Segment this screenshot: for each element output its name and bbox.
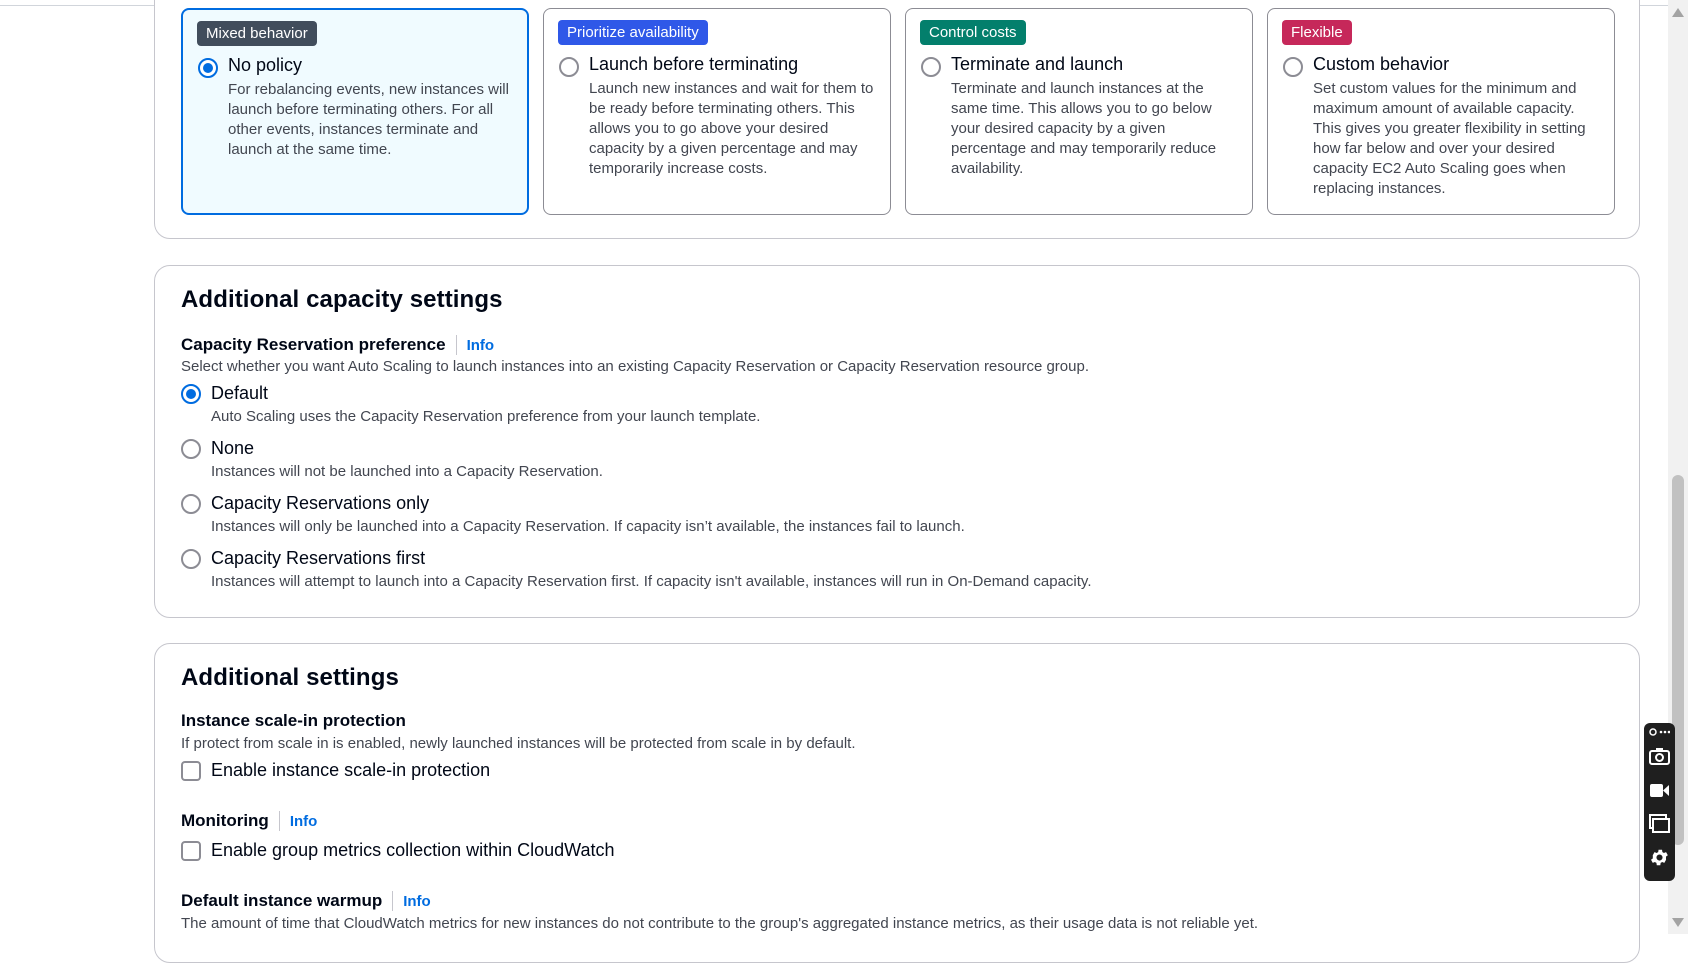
scalein-label-row: Instance scale-in protection bbox=[181, 710, 406, 732]
radio-capacity-reservations-only[interactable] bbox=[181, 494, 201, 514]
radio-none[interactable] bbox=[181, 439, 201, 459]
option-description: Auto Scaling uses the Capacity Reservati… bbox=[211, 408, 761, 425]
scroll-down-arrow-icon[interactable] bbox=[1672, 918, 1684, 927]
radio-custom-behavior[interactable] bbox=[1283, 57, 1303, 77]
capacity-reservation-description: Select whether you want Auto Scaling to … bbox=[181, 358, 1089, 375]
option-description: Instances will attempt to launch into a … bbox=[211, 573, 1092, 590]
scalein-description: If protect from scale in is enabled, new… bbox=[181, 735, 856, 752]
badge-mixed-behavior: Mixed behavior bbox=[197, 21, 317, 46]
warmup-label-row: Default instance warmup Info bbox=[181, 890, 431, 912]
policy-tile-mixed-behavior[interactable]: Mixed behavior No policy For rebalancing… bbox=[181, 8, 529, 215]
scalein-protection-checkbox[interactable] bbox=[181, 761, 201, 781]
option-description: Instances will not be launched into a Ca… bbox=[211, 463, 603, 480]
tile-title: No policy bbox=[228, 55, 303, 75]
window-capture-icon[interactable] bbox=[1649, 813, 1670, 834]
tile-title: Terminate and launch bbox=[951, 54, 1124, 74]
tile-description: For rebalancing events, new instances wi… bbox=[228, 81, 509, 158]
policy-tile-control-costs[interactable]: Control costs Terminate and launch Termi… bbox=[905, 8, 1253, 215]
tile-description: Launch new instances and wait for them t… bbox=[589, 80, 874, 177]
monitoring-label-row: Monitoring Info bbox=[181, 810, 317, 832]
badge-prioritize-availability: Prioritize availability bbox=[558, 20, 708, 45]
capture-toolbar bbox=[1644, 723, 1675, 881]
scroll-up-arrow-icon[interactable] bbox=[1672, 8, 1684, 17]
radio-capacity-reservations-first[interactable] bbox=[181, 549, 201, 569]
option-title: None bbox=[211, 438, 255, 458]
option-title: Default bbox=[211, 383, 269, 403]
tile-description: Set custom values for the minimum and ma… bbox=[1313, 80, 1586, 197]
badge-flexible: Flexible bbox=[1282, 20, 1352, 45]
scalein-checkbox-label[interactable]: Enable instance scale-in protection bbox=[211, 760, 490, 781]
video-camera-icon[interactable] bbox=[1649, 780, 1670, 801]
tile-description: Terminate and launch instances at the sa… bbox=[951, 80, 1217, 177]
more-options-icon[interactable] bbox=[1649, 726, 1670, 738]
tile-title: Custom behavior bbox=[1313, 54, 1450, 74]
badge-control-costs: Control costs bbox=[920, 20, 1026, 45]
group-metrics-checkbox-label[interactable]: Enable group metrics collection within C… bbox=[211, 840, 615, 861]
group-metrics-checkbox[interactable] bbox=[181, 841, 201, 861]
monitoring-label: Monitoring bbox=[181, 811, 269, 830]
radio-launch-before-terminating[interactable] bbox=[559, 57, 579, 77]
radio-no-policy[interactable] bbox=[198, 58, 218, 78]
info-link[interactable]: Info bbox=[467, 337, 495, 354]
gear-icon[interactable] bbox=[1649, 847, 1670, 868]
camera-icon[interactable] bbox=[1649, 746, 1670, 767]
option-description: Instances will only be launched into a C… bbox=[211, 518, 965, 535]
radio-default[interactable] bbox=[181, 384, 201, 404]
label-divider bbox=[455, 335, 457, 355]
section-heading: Additional capacity settings bbox=[181, 286, 503, 313]
warmup-label: Default instance warmup bbox=[181, 891, 383, 910]
capacity-reservation-label: Capacity Reservation preference bbox=[181, 335, 446, 354]
radio-terminate-and-launch[interactable] bbox=[921, 57, 941, 77]
section-heading: Additional settings bbox=[181, 664, 399, 691]
warmup-description: The amount of time that CloudWatch metri… bbox=[181, 915, 1259, 932]
tile-title: Launch before terminating bbox=[589, 54, 799, 74]
option-title: Capacity Reservations only bbox=[211, 493, 430, 513]
policy-tile-prioritize-availability[interactable]: Prioritize availability Launch before te… bbox=[543, 8, 891, 215]
policy-tile-flexible[interactable]: Flexible Custom behavior Set custom valu… bbox=[1267, 8, 1615, 215]
scalein-label: Instance scale-in protection bbox=[181, 711, 406, 730]
capacity-reservation-label-row: Capacity Reservation preference Info bbox=[181, 334, 494, 356]
additional-settings-container: Additional settings Instance scale-in pr… bbox=[154, 643, 1640, 963]
maintenance-policy-container: Mixed behavior No policy For rebalancing… bbox=[154, 0, 1640, 239]
info-link[interactable]: Info bbox=[290, 813, 318, 830]
info-link[interactable]: Info bbox=[403, 893, 431, 910]
additional-capacity-settings-container: Additional capacity settings Capacity Re… bbox=[154, 265, 1640, 618]
label-divider bbox=[392, 891, 394, 911]
option-title: Capacity Reservations first bbox=[211, 548, 426, 568]
label-divider bbox=[278, 811, 280, 831]
